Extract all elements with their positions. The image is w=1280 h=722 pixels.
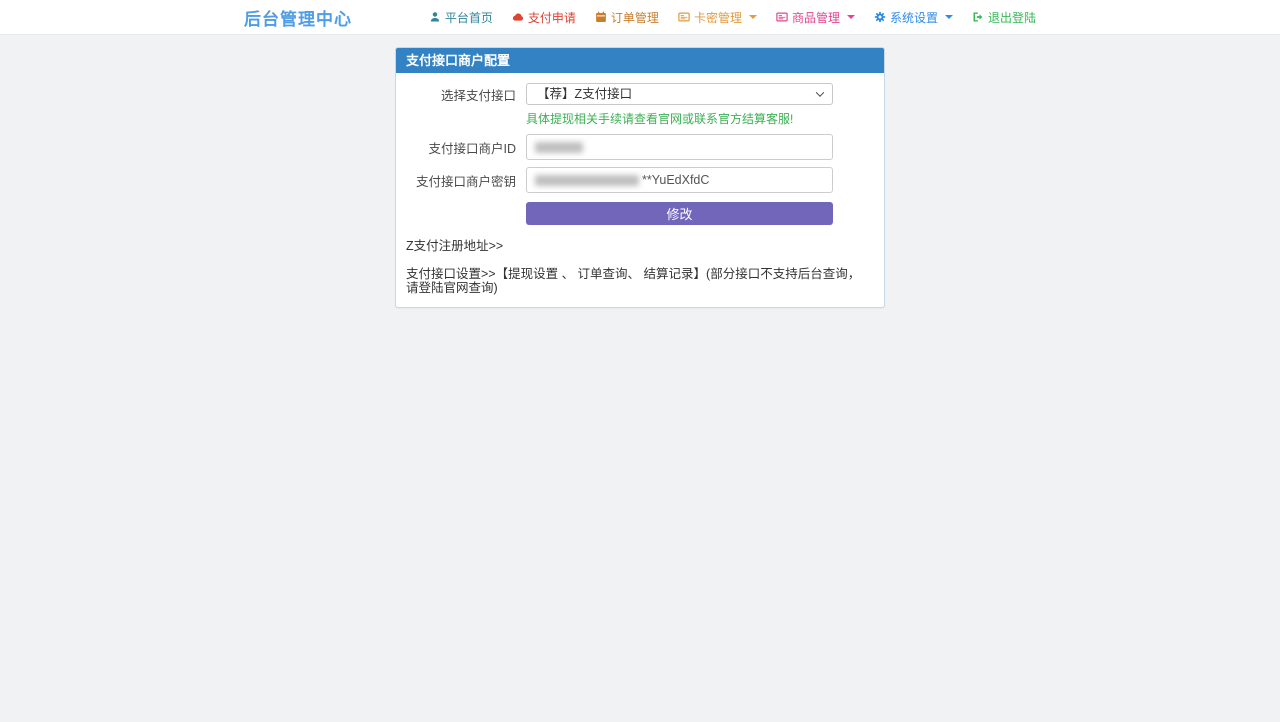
sign-out-icon bbox=[972, 11, 984, 23]
nav-item-card-management[interactable]: 卡密管理 bbox=[678, 9, 757, 26]
nav-item-label: 平台首页 bbox=[445, 9, 493, 26]
merchant-key-input[interactable]: **YuEdXfdC bbox=[526, 167, 833, 193]
calendar-icon bbox=[595, 11, 607, 23]
cloud-icon bbox=[512, 11, 524, 23]
id-card-icon bbox=[776, 11, 788, 23]
user-icon bbox=[429, 11, 441, 23]
gear-icon bbox=[874, 11, 886, 23]
zpay-register-link[interactable]: Z支付注册地址>> bbox=[406, 239, 503, 253]
modify-button[interactable]: 修改 bbox=[526, 202, 833, 225]
nav-item-label: 支付申请 bbox=[528, 9, 576, 26]
chevron-down-icon bbox=[847, 15, 855, 19]
id-card-icon bbox=[678, 11, 690, 23]
nav-menu: 平台首页 支付申请 订单管理 bbox=[429, 9, 1036, 26]
app-title[interactable]: 后台管理中心 bbox=[244, 5, 352, 30]
nav-item-label: 系统设置 bbox=[890, 9, 938, 26]
nav-item-label: 订单管理 bbox=[611, 9, 659, 26]
nav-item-label: 退出登陆 bbox=[988, 9, 1036, 26]
nav-item-system-settings[interactable]: 系统设置 bbox=[874, 9, 953, 26]
top-navbar: 后台管理中心 平台首页 支付申请 bbox=[0, 0, 1280, 35]
merchant-key-label: 支付接口商户密钥 bbox=[406, 171, 516, 190]
payment-interface-select[interactable]: 【荐】Z支付接口 bbox=[526, 83, 833, 105]
nav-item-payment-apply[interactable]: 支付申请 bbox=[512, 9, 576, 26]
nav-item-logout[interactable]: 退出登陆 bbox=[972, 9, 1036, 26]
nav-item-product-management[interactable]: 商品管理 bbox=[776, 9, 855, 26]
select-payment-interface-label: 选择支付接口 bbox=[406, 85, 516, 104]
redacted-merchant-key bbox=[535, 175, 639, 186]
payment-config-panel: 支付接口商户配置 选择支付接口 【荐】Z支付接口 具体提现相关手续请查看官网或联… bbox=[395, 47, 885, 308]
chevron-down-icon bbox=[945, 15, 953, 19]
withdraw-helper-text: 具体提现相关手续请查看官网或联系官方结算客服! bbox=[526, 112, 874, 126]
payment-interface-settings-link[interactable]: 支付接口设置>>【提现设置 、 订单查询、 结算记录】 bbox=[406, 267, 706, 281]
nav-item-label: 商品管理 bbox=[792, 9, 840, 26]
merchant-id-label: 支付接口商户ID bbox=[406, 138, 516, 157]
nav-item-platform-home[interactable]: 平台首页 bbox=[429, 9, 493, 26]
merchant-key-visible-text: **YuEdXfdC bbox=[642, 173, 709, 187]
chevron-down-icon bbox=[749, 15, 757, 19]
nav-item-order-management[interactable]: 订单管理 bbox=[595, 9, 659, 26]
merchant-id-input[interactable] bbox=[526, 134, 833, 160]
redacted-merchant-id bbox=[535, 142, 583, 153]
nav-item-label: 卡密管理 bbox=[694, 9, 742, 26]
panel-title: 支付接口商户配置 bbox=[396, 48, 884, 73]
